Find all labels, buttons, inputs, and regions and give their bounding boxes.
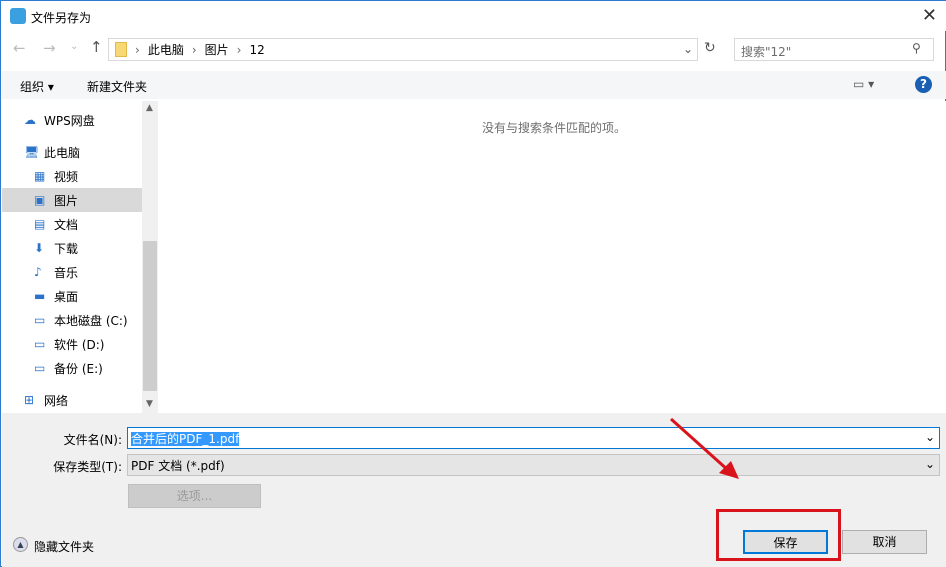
sidebar-item-label: 软件 (D:) <box>54 337 105 352</box>
save-panel: 文件名(N): 合并后的PDF_1.pdf ⌄ 保存类型(T): PDF 文档 … <box>2 413 946 567</box>
download-icon: ⬇ <box>34 241 45 255</box>
sidebar-item[interactable]: ▦ 视频 <box>2 164 142 188</box>
sidebar-item[interactable]: ▬ 桌面 <box>2 284 142 308</box>
sidebar-item[interactable]: ▭ 备份 (E:) <box>2 356 142 380</box>
sidebar-item[interactable]: ▭ 软件 (D:) <box>2 332 142 356</box>
new-folder-button[interactable]: 新建文件夹 <box>87 78 147 95</box>
sidebar-item-label: 图片 <box>54 193 79 208</box>
music-icon: ♪ <box>34 265 42 279</box>
app-icon <box>10 8 26 24</box>
filetype-label: 保存类型(T): <box>53 460 122 474</box>
sidebar-item[interactable]: ⊞ 网络 <box>2 388 142 412</box>
filename-dropdown-icon[interactable]: ⌄ <box>925 430 935 444</box>
sidebar-item-label: 桌面 <box>54 289 79 304</box>
drive-icon: ▭ <box>34 313 46 327</box>
drive-icon: ▭ <box>34 337 46 351</box>
address-bar[interactable]: › 此电脑 › 图片 › 12 ⌄ <box>108 38 698 61</box>
hide-folders-button[interactable]: 隐藏文件夹 <box>34 538 94 555</box>
sidebar-item[interactable]: ▭ 本地磁盘 (C:) <box>2 308 142 332</box>
sidebar-item-label: 备份 (E:) <box>54 361 103 376</box>
search-input[interactable]: 搜索"12" <box>734 38 934 61</box>
desktop-icon: ▬ <box>34 289 46 303</box>
annotation-arrow <box>669 417 739 479</box>
sidebar-item-label: 文档 <box>54 217 79 232</box>
sidebar-item[interactable]: ▤ 文档 <box>2 212 142 236</box>
breadcrumb-item[interactable]: 此电脑 <box>148 41 184 58</box>
help-icon[interactable]: ? <box>915 76 932 93</box>
refresh-icon[interactable]: ↻ <box>704 40 716 56</box>
toolbar: 组织 ▾ 新建文件夹 ▭ ▾ ? <box>2 71 946 99</box>
close-icon[interactable]: ✕ <box>922 5 937 26</box>
navigation-pane: ☁ WPS网盘 🖥 此电脑 ▦ 视频 ▣ 图片 ▤ 文档 ⬇ 下载 ♪ 音乐 ▬ 桌面 ▭ 本地磁盘 (C:) ▭ 软… <box>2 101 143 413</box>
picture-icon: ▣ <box>34 193 46 207</box>
sidebar-item[interactable]: ⬇ 下载 <box>2 236 142 260</box>
sidebar-item[interactable]: ♪ 音乐 <box>2 260 142 284</box>
save-dialog: 文件另存为 ✕ ← → ⌄ ↑ › 此电脑 › 图片 › 12 ⌄ ↻ 搜索"12" … <box>0 0 946 567</box>
scrollbar-thumb[interactable] <box>143 241 157 391</box>
document-icon: ▤ <box>34 217 46 231</box>
computer-icon: 🖥 <box>24 145 40 159</box>
sidebar-item-label: 视频 <box>54 169 79 184</box>
address-dropdown-icon[interactable]: ⌄ <box>683 42 693 56</box>
filename-label: 文件名(N): <box>63 433 122 447</box>
file-list: 没有与搜索条件匹配的项。 <box>159 101 946 413</box>
organize-button[interactable]: 组织 ▾ <box>20 78 54 95</box>
sidebar-item[interactable]: ▣ 图片 <box>2 188 142 212</box>
options-button[interactable]: 选项... <box>128 484 261 508</box>
filetype-select[interactable]: PDF 文档 (*.pdf) ⌄ <box>127 454 940 476</box>
filetype-value: PDF 文档 (*.pdf) <box>131 459 225 473</box>
sidebar-item-label: 网络 <box>44 393 69 408</box>
empty-message: 没有与搜索条件匹配的项。 <box>482 121 627 135</box>
drive-icon: ▭ <box>34 361 46 375</box>
view-options-icon[interactable]: ▭ ▾ <box>853 77 874 91</box>
hide-folders-icon[interactable]: ▲ <box>13 537 28 552</box>
forward-icon[interactable]: → <box>43 39 56 57</box>
cloud-icon: ☁ <box>24 113 36 127</box>
search-icon: ⚲ <box>912 41 921 55</box>
sidebar-item[interactable]: 🖥 此电脑 <box>2 140 142 164</box>
window-title: 文件另存为 <box>31 11 92 25</box>
filename-input[interactable]: 合并后的PDF_1.pdf ⌄ <box>127 427 940 449</box>
filename-value: 合并后的PDF_1.pdf <box>131 432 240 446</box>
folder-icon <box>115 42 127 57</box>
save-button[interactable]: 保存 <box>743 530 828 554</box>
sidebar-scrollbar[interactable]: ▲ ▼ <box>142 101 158 413</box>
video-icon: ▦ <box>34 169 46 183</box>
sidebar-item-label: 音乐 <box>54 265 79 280</box>
recent-dropdown-icon[interactable]: ⌄ <box>70 41 78 52</box>
sidebar-item-label: 下载 <box>54 241 79 256</box>
up-icon[interactable]: ↑ <box>90 38 103 56</box>
sidebar-item-label: 本地磁盘 (C:) <box>54 313 128 328</box>
back-icon[interactable]: ← <box>13 39 26 57</box>
cancel-button[interactable]: 取消 <box>842 530 927 554</box>
sidebar-item-label: WPS网盘 <box>44 113 95 128</box>
sidebar-item[interactable]: ☁ WPS网盘 <box>2 108 142 132</box>
breadcrumb-item[interactable]: 图片 <box>205 41 229 58</box>
breadcrumb-item[interactable]: 12 <box>249 43 264 57</box>
filetype-dropdown-icon: ⌄ <box>924 457 935 471</box>
network-icon: ⊞ <box>24 393 35 407</box>
title-bar: 文件另存为 ✕ <box>1 1 946 31</box>
sidebar-item-label: 此电脑 <box>44 145 81 160</box>
